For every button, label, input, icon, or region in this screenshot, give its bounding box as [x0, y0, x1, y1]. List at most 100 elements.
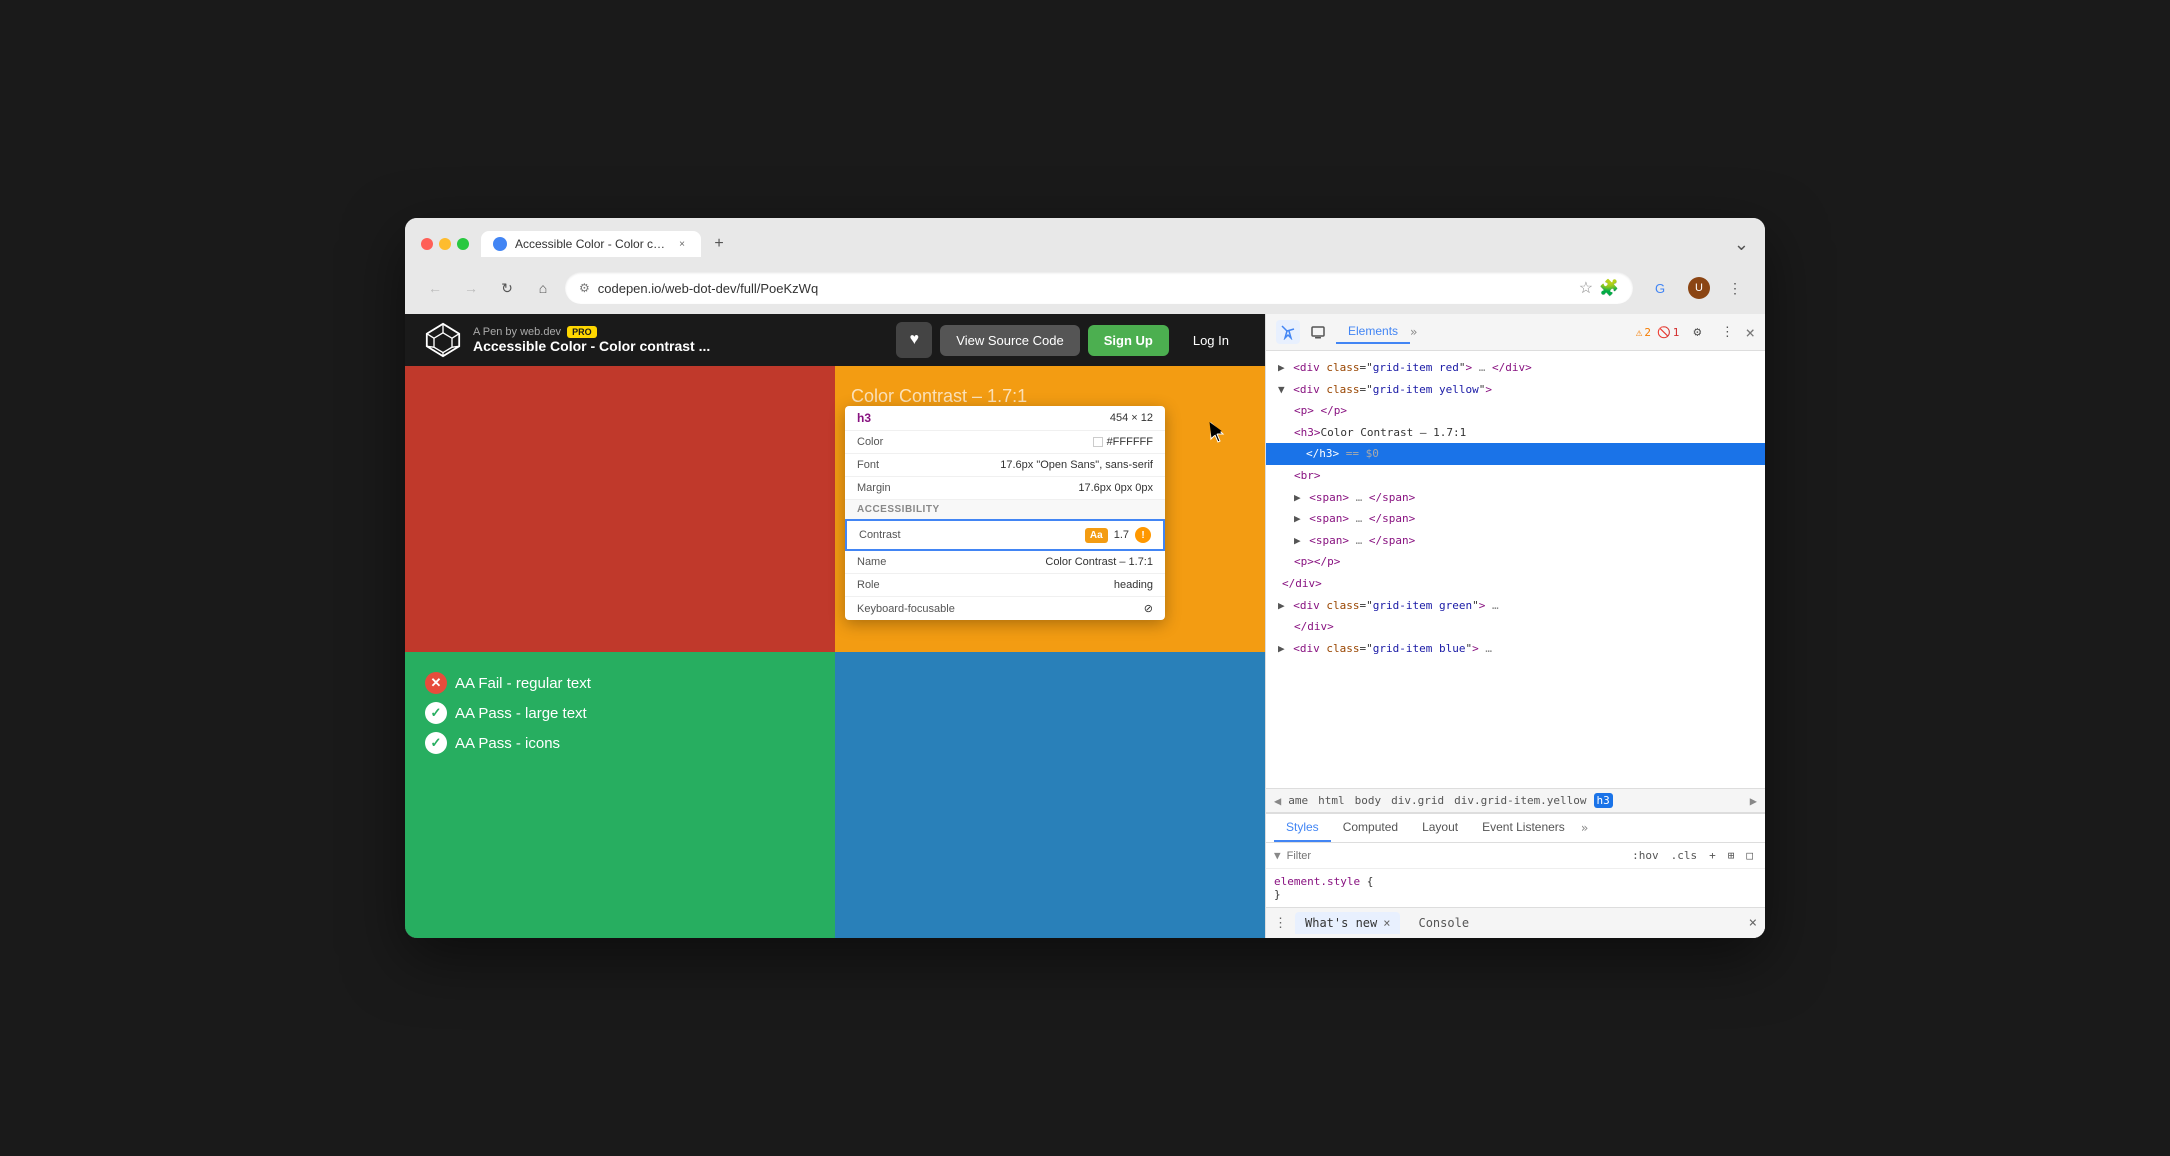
refresh-button[interactable]: ↻: [493, 274, 521, 302]
more-style-tabs[interactable]: »: [1577, 815, 1592, 841]
warn-count: 2: [1644, 326, 1651, 339]
close-window-button[interactable]: [421, 238, 433, 250]
breadcrumb-ame[interactable]: ame: [1285, 793, 1311, 808]
tree-line-red[interactable]: ▶ <div class="grid-item red"> … </div>: [1266, 357, 1765, 379]
tree-line-yellow-open[interactable]: ▼ <div class="grid-item yellow">: [1266, 379, 1765, 401]
styles-tab[interactable]: Styles: [1274, 814, 1331, 842]
whats-new-close[interactable]: ×: [1383, 916, 1390, 930]
tree-line-span2[interactable]: ▶ <span> … </span>: [1266, 508, 1765, 530]
pass-icon-3: ✓: [425, 732, 447, 754]
toggle-view-button[interactable]: □: [1742, 847, 1757, 864]
more-options-button[interactable]: ⋮: [1715, 320, 1739, 344]
pen-actions: ♥ View Source Code Sign Up Log In: [896, 322, 1245, 358]
browser-window: Accessible Color - Color cont… × + ⌄ ← →…: [405, 218, 1765, 938]
tree-line-yellow-close[interactable]: </div>: [1266, 573, 1765, 595]
device-toggle-button[interactable]: [1306, 320, 1330, 344]
new-tab-button[interactable]: +: [705, 230, 733, 258]
pass-icon-2: ✓: [425, 702, 447, 724]
tooltip-color-row: Color #FFFFFF: [845, 431, 1165, 454]
settings-button[interactable]: ⚙: [1685, 320, 1709, 344]
extension-icon[interactable]: 🧩: [1599, 278, 1619, 298]
contrast-heading: Color Contrast – 1.7:1: [851, 386, 1027, 407]
toggle-all-button[interactable]: ⊞: [1724, 847, 1739, 864]
tooltip-margin-row: Margin 17.6px 0px 0px: [845, 477, 1165, 500]
back-button[interactable]: ←: [421, 274, 449, 302]
cls-filter-button[interactable]: .cls: [1667, 847, 1702, 864]
tree-line-green[interactable]: ▶ <div class="grid-item green"> …: [1266, 595, 1765, 617]
grid-item-blue: [835, 652, 1265, 938]
address-bar[interactable]: ⚙ codepen.io/web-dot-dev/full/PoeKzWq ☆ …: [565, 272, 1633, 304]
tree-line-blue[interactable]: ▶ <div class="grid-item blue"> …: [1266, 638, 1765, 660]
tab-menu-button[interactable]: ⌄: [1734, 234, 1749, 255]
tab-close-button[interactable]: ×: [675, 237, 689, 251]
console-tab[interactable]: Console: [1408, 912, 1479, 934]
tree-line-span1[interactable]: ▶ <span> … </span>: [1266, 487, 1765, 509]
signup-button[interactable]: Sign Up: [1088, 325, 1169, 356]
whats-new-tab[interactable]: What's new ×: [1295, 912, 1400, 934]
grid-item-yellow: Color Contrast – 1.7:1 h3: [835, 366, 1265, 652]
pass-text-3: AA Pass - icons: [455, 735, 560, 752]
menu-button[interactable]: ⋮: [1721, 274, 1749, 302]
profile-icon[interactable]: U: [1685, 274, 1713, 302]
add-style-button[interactable]: +: [1705, 847, 1720, 864]
url-text: codepen.io/web-dot-dev/full/PoeKzWq: [598, 281, 1571, 296]
minimize-window-button[interactable]: [439, 238, 451, 250]
heart-icon: ♥: [910, 331, 920, 349]
warn-icon: ⚠: [1636, 326, 1643, 339]
role-label: Role: [857, 579, 880, 591]
fail-text-1: AA Fail - regular text: [455, 675, 591, 692]
grid-item-green: ✕ AA Fail - regular text ✓ AA Pass - lar…: [405, 652, 835, 938]
styles-pane: Styles Computed Layout Event Listeners »…: [1266, 813, 1765, 907]
name-value: Color Contrast – 1.7:1: [1045, 556, 1153, 568]
elements-tree[interactable]: ▶ <div class="grid-item red"> … </div> ▼…: [1266, 351, 1765, 788]
maximize-window-button[interactable]: [457, 238, 469, 250]
devtools-panel: Elements » ⚠ 2 🚫 1 ⚙ ⋮ ×: [1265, 314, 1765, 938]
computed-tab[interactable]: Computed: [1331, 814, 1410, 842]
pass-text-2: AA Pass - large text: [455, 705, 587, 722]
devtools-close-button[interactable]: ×: [1745, 323, 1755, 342]
address-bar-row: ← → ↻ ⌂ ⚙ codepen.io/web-dot-dev/full/Po…: [405, 266, 1765, 314]
role-value: heading: [1114, 579, 1153, 591]
breadcrumb-html[interactable]: html: [1315, 793, 1348, 808]
tree-line-h3-close[interactable]: </h3> == $0: [1266, 443, 1765, 465]
breadcrumb-divgrid[interactable]: div.grid: [1388, 793, 1447, 808]
bottom-close-button[interactable]: ×: [1749, 915, 1757, 931]
color-value: #FFFFFF: [1093, 436, 1153, 448]
devtools-bottom: ⋮ What's new × Console ×: [1266, 907, 1765, 938]
home-button[interactable]: ⌂: [529, 274, 557, 302]
heart-button[interactable]: ♥: [896, 322, 932, 358]
styles-content: element.style { }: [1266, 869, 1765, 907]
styles-filter-input[interactable]: [1287, 850, 1623, 862]
tab-bar: Accessible Color - Color cont… × +: [481, 230, 1722, 258]
more-tabs-button[interactable]: »: [1410, 325, 1417, 339]
tooltip-panel: h3 454 × 12 Color #FFFFFF: [845, 406, 1165, 620]
keyboard-value: ⊘: [1144, 602, 1153, 615]
tree-line-span3[interactable]: ▶ <span> … </span>: [1266, 530, 1765, 552]
pen-title: Accessible Color - Color contrast ...: [473, 338, 884, 354]
pen-preview: Color Contrast – 1.7:1 h3: [405, 366, 1265, 938]
elements-tab[interactable]: Elements: [1336, 320, 1410, 344]
tree-line-green-close[interactable]: </div>: [1266, 616, 1765, 638]
bookmark-icon[interactable]: ☆: [1579, 278, 1593, 298]
view-source-button[interactable]: View Source Code: [940, 325, 1079, 356]
whats-new-label: What's new: [1305, 916, 1377, 930]
breadcrumb-h3[interactable]: h3: [1594, 793, 1613, 808]
google-icon[interactable]: G: [1649, 274, 1677, 302]
hov-filter-button[interactable]: :hov: [1628, 847, 1663, 864]
breadcrumb-divgridyellow[interactable]: div.grid-item.yellow: [1451, 793, 1589, 808]
tree-line-br[interactable]: <br>: [1266, 465, 1765, 487]
pro-badge: PRO: [567, 326, 597, 338]
active-tab[interactable]: Accessible Color - Color cont… ×: [481, 231, 701, 257]
tree-line-h3-open[interactable]: <h3>Color Contrast – 1.7:1: [1266, 422, 1765, 444]
login-button[interactable]: Log In: [1177, 325, 1245, 356]
contrast-row: Contrast Aa 1.7 !: [845, 519, 1165, 551]
tree-line-p-close[interactable]: <p></p>: [1266, 551, 1765, 573]
inspector-button[interactable]: [1276, 320, 1300, 344]
element-size-value: 454 × 12: [1110, 412, 1153, 424]
breadcrumb-body[interactable]: body: [1352, 793, 1385, 808]
bottom-menu-icon[interactable]: ⋮: [1274, 916, 1287, 931]
tree-line-p-empty[interactable]: <p> </p>: [1266, 400, 1765, 422]
layout-tab[interactable]: Layout: [1410, 814, 1470, 842]
event-listeners-tab[interactable]: Event Listeners: [1470, 814, 1577, 842]
forward-button[interactable]: →: [457, 274, 485, 302]
